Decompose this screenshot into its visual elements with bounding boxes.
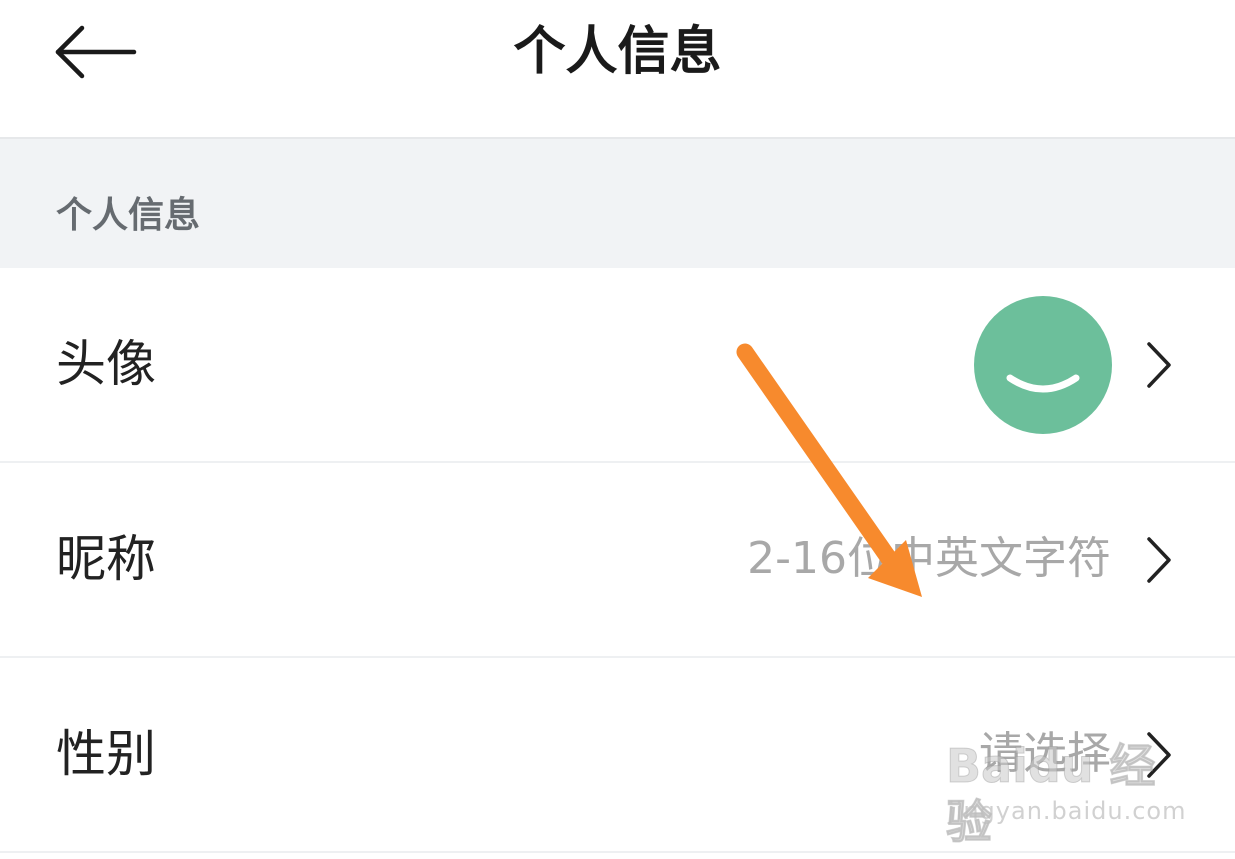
avatar-smile-icon[interactable] bbox=[974, 296, 1112, 434]
section-title: 个人信息 bbox=[56, 195, 201, 236]
gender-label: 性别 bbox=[56, 725, 156, 783]
chevron-right-icon bbox=[1147, 342, 1171, 388]
top-bar: 个人信息 bbox=[0, 0, 1235, 139]
nickname-row[interactable]: 昵称 2-16位中英文字符 bbox=[0, 463, 1235, 658]
avatar-label: 头像 bbox=[56, 335, 156, 393]
chevron-right-icon bbox=[1147, 732, 1171, 778]
chevron-right-icon bbox=[1147, 537, 1171, 583]
nickname-label: 昵称 bbox=[56, 530, 156, 588]
gender-row[interactable]: 性别 请选择 bbox=[0, 658, 1235, 853]
nickname-value: 2-16位中英文字符 bbox=[747, 533, 1111, 584]
page-title: 个人信息 bbox=[513, 22, 722, 82]
gender-value: 请选择 bbox=[979, 728, 1111, 779]
